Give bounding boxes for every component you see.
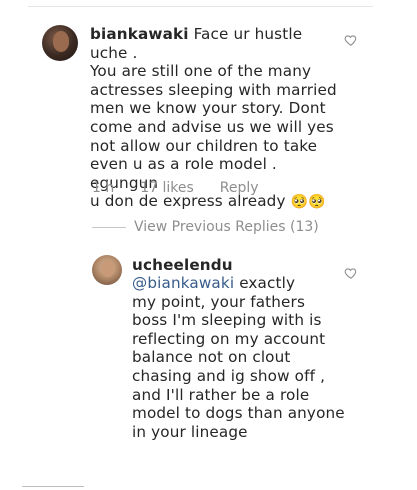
view-previous-replies[interactable]: View Previous Replies (13) [92,219,319,235]
heart-outline-icon[interactable] [344,33,358,47]
bottom-divider [22,486,84,487]
reply-text-first: exactly [234,274,296,292]
emoji: 🥺🥺 [290,194,326,211]
reply-avatar[interactable] [92,255,122,285]
divider [92,226,126,228]
reply-username[interactable]: ucheelendu [132,256,233,274]
comment-meta: 1 h 17 likes Reply [92,180,259,196]
avatar[interactable] [42,25,78,61]
likes-count[interactable]: 17 likes [140,180,194,196]
reply-username-line: ucheelendu [132,256,352,275]
reply-text: my point, your fathers boss I'm sleeping… [132,292,345,441]
comment-username[interactable]: biankawaki [90,25,189,43]
view-replies-label[interactable]: View Previous Replies (13) [134,219,319,235]
mention-link[interactable]: @biankawaki [132,274,234,292]
top-divider [28,6,373,7]
reply-button[interactable]: Reply [220,180,259,196]
comment-time: 1 h [92,180,115,196]
heart-outline-icon[interactable] [344,266,358,280]
reply-body: @biankawaki exactly my point, your fathe… [132,274,352,441]
